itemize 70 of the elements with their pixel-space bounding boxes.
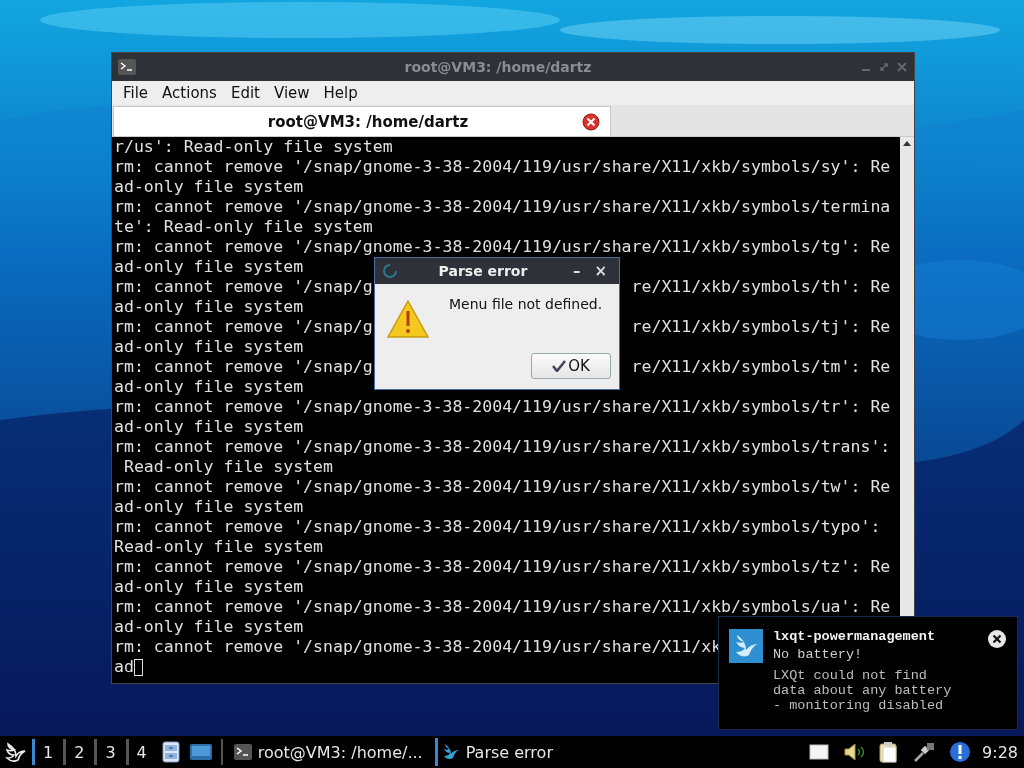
desktop-icon[interactable]	[189, 744, 212, 760]
terminal-line: ad-only file system	[114, 257, 304, 277]
up-arrow-icon[interactable]	[903, 141, 911, 146]
window-title: root@VM3: /home/dartz	[403, 59, 593, 75]
terminal-line: rm: cannot remove '/snap/gnome-3-38-2004/119/usr/share/X11/xkb/symbols/termina	[114, 197, 891, 217]
drive-icon[interactable]	[809, 744, 830, 760]
terminal-line: rm: cannot remove '/snap/gnome-3-38-2004/119/usr/share/X11/xkb/symbols/tz': Re	[114, 557, 891, 577]
dialog-message: Menu file not defined.	[448, 295, 604, 314]
taskbar-button[interactable]: Parse error	[434, 738, 563, 766]
terminal-line: ad	[114, 657, 134, 677]
terminal-line: rm: cannot remove '/snap/gnome-3-38-2004/119/usr/share/X11/xkb/symbols/sy': Re	[114, 157, 891, 177]
window-title: Parse error	[437, 263, 529, 279]
info-icon[interactable]	[949, 741, 972, 763]
terminal-line: ad-only file system	[114, 297, 304, 317]
terminal-line: ad-only file system	[114, 337, 304, 357]
minimize-button[interactable]: –	[568, 262, 585, 280]
menu-item[interactable]: File	[116, 84, 156, 102]
terminal-line: rm: cannot remove '/snap/gnome-3-38-2004/119/usr/share/X11/xkb/symbols/tr': Re	[114, 397, 891, 417]
terminal-line: ad-only file system	[114, 377, 304, 397]
terminal-line: rm: cannot remove '/snap/gnome-3-38-2004/119/usr/share/X11/xkb/symbols/tg': Re	[114, 237, 891, 257]
terminal-line: ad-only file system	[114, 617, 304, 637]
terminal-line: rm: cannot remove '/snap/gnome-3-38-2004/119/usr/share/X11/xkb/symbols/ua': Re	[114, 597, 891, 617]
ok-button[interactable]: OK	[531, 353, 611, 379]
close-icon[interactable]	[987, 629, 1007, 649]
notification-title: lxqt-powermanagement	[773, 629, 937, 644]
speaker-icon[interactable]	[843, 743, 866, 761]
clipboard-icon[interactable]	[879, 741, 900, 763]
taskbar-button[interactable]: root@VM3: /home/...	[226, 738, 433, 766]
terminal-line: rm: cannot remove '/snap/gnome-3-38-2004/119/usr/share/X11/xk	[114, 637, 722, 657]
terminal-line: re/X11/xkb/symbols/th': Re	[631, 277, 891, 297]
terminal-line: re/X11/xkb/symbols/tj': Re	[631, 317, 891, 337]
bird-icon[interactable]	[4, 741, 26, 763]
terminal-line: re/X11/xkb/symbols/tm': Re	[631, 357, 891, 377]
terminal-line: te': Read-only file system	[114, 217, 373, 237]
close-icon[interactable]	[582, 112, 600, 131]
terminal-line: rm: cannot remove '/snap/gnome-3-38-2004/119/usr/share/X11/xkb/symbols/tw': Re	[114, 477, 891, 497]
terminal-line: ad-only file system	[114, 497, 304, 517]
tab[interactable]: root@VM3: /home/dartz	[113, 106, 611, 136]
terminal-line: rm: cannot remove '/snap/gnome-3-38-2004/119/usr/share/X11/xkb/symbols/trans':	[114, 437, 891, 457]
terminal-line: r/us': Read-only file system	[114, 137, 393, 157]
cabinet-icon[interactable]	[161, 741, 180, 763]
desktop-switch[interactable]: 2	[63, 739, 95, 765]
menu-item[interactable]: Actions	[155, 84, 224, 102]
notification-body: LXQt could not find data about any battery - monitoring disabled	[773, 668, 953, 713]
menu-item[interactable]: Edit	[223, 84, 267, 102]
terminal-icon	[233, 744, 252, 760]
check-icon	[552, 360, 567, 372]
menu-item[interactable]: Help	[316, 84, 365, 102]
terminal-line: Read-only file system	[122, 457, 333, 477]
clock[interactable]: 9:28	[982, 742, 1018, 762]
terminal-line: ad-only file system	[114, 177, 304, 197]
terminal-icon	[118, 59, 136, 75]
bird-icon	[441, 742, 460, 762]
terminal-line: rm: cannot remove '/snap/g	[114, 277, 373, 297]
warning-icon	[387, 300, 429, 338]
terminal-line: ad-only file system	[114, 577, 304, 597]
terminal-line: rm: cannot remove '/snap/g	[114, 317, 373, 337]
menu-item[interactable]: View	[266, 84, 317, 102]
terminal-line: Read-only file system	[114, 537, 323, 557]
terminal-line: rm: cannot remove '/snap/gnome-3-38-2004/119/usr/share/X11/xkb/symbols/typo':	[114, 517, 881, 537]
bird-icon	[729, 629, 763, 663]
notification-summary: No battery!	[773, 647, 864, 662]
desktop-switch[interactable]: 1	[32, 739, 64, 765]
terminal-line: ad-only file system	[114, 417, 304, 437]
terminal-line: rm: cannot remove '/snap/g	[114, 357, 373, 377]
plug-icon[interactable]	[913, 742, 936, 762]
close-button[interactable]: ×	[590, 262, 611, 280]
spinner-icon	[383, 264, 397, 278]
desktop-switch[interactable]: 3	[94, 739, 126, 765]
desktop-switch[interactable]: 4	[125, 739, 157, 765]
